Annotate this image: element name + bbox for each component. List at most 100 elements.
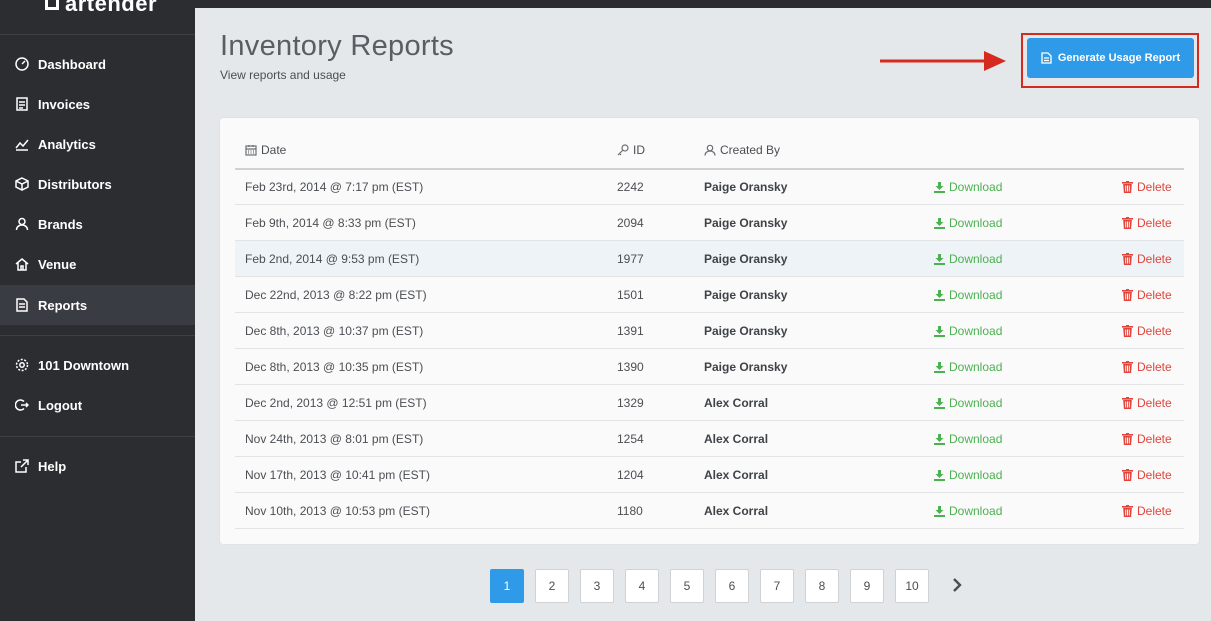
sidebar-item-label: Venue	[38, 256, 77, 272]
next-page-button[interactable]	[947, 574, 967, 596]
column-header-id[interactable]: ID	[617, 143, 645, 157]
external-link-icon	[15, 459, 29, 473]
trash-icon	[1122, 469, 1133, 481]
download-link[interactable]: Download	[934, 169, 1002, 205]
row-id: 2242	[617, 180, 644, 194]
download-link[interactable]: Download	[934, 205, 1002, 241]
table-row: Feb 9th, 2014 @ 8:33 pm (EST) 2094 Paige O…	[235, 205, 1184, 241]
table-row: Feb 2nd, 2014 @ 9:53 pm (EST) 1977 Paige O…	[235, 241, 1184, 277]
delete-label: Delete	[1137, 324, 1172, 338]
download-label: Download	[949, 180, 1003, 194]
download-link[interactable]: Download	[934, 313, 1002, 349]
download-link[interactable]: Download	[934, 493, 1002, 529]
page-button-3[interactable]: 3	[580, 569, 614, 603]
row-id: 1329	[617, 396, 644, 410]
download-link[interactable]: Download	[934, 421, 1002, 457]
logo-text: artender	[65, 0, 158, 16]
row-id: 1391	[617, 324, 644, 338]
page-button-5[interactable]: 5	[670, 569, 704, 603]
trash-icon	[1122, 217, 1133, 229]
download-icon	[934, 397, 945, 409]
page-button-7[interactable]: 7	[760, 569, 794, 603]
delete-link[interactable]: Delete	[1122, 169, 1172, 205]
calendar-icon	[245, 145, 257, 156]
download-link[interactable]: Download	[934, 241, 1002, 277]
page-button-10[interactable]: 10	[895, 569, 929, 603]
download-label: Download	[949, 360, 1003, 374]
delete-link[interactable]: Delete	[1122, 385, 1172, 421]
sidebar-item-help[interactable]: Help	[0, 446, 195, 486]
sidebar-item-dashboard[interactable]: Dashboard	[0, 44, 195, 84]
row-date: Dec 8th, 2013 @ 10:37 pm (EST)	[245, 324, 424, 338]
column-header-created-by[interactable]: Created By	[704, 143, 780, 157]
sidebar-item-venue[interactable]: Venue	[0, 244, 195, 284]
box-icon	[15, 177, 29, 191]
delete-label: Delete	[1137, 216, 1172, 230]
delete-link[interactable]: Delete	[1122, 421, 1172, 457]
sidebar-item-label: Invoices	[38, 96, 91, 112]
user-icon	[704, 144, 716, 156]
report-icon	[15, 298, 29, 312]
app-logo[interactable]: artender	[45, 0, 157, 17]
row-date: Feb 23rd, 2014 @ 7:17 pm (EST)	[245, 180, 424, 194]
table-row: Dec 8th, 2013 @ 10:35 pm (EST) 1390 Paige …	[235, 349, 1184, 385]
key-icon	[617, 144, 629, 156]
download-icon	[934, 181, 945, 193]
table-row: Nov 17th, 2013 @ 10:41 pm (EST) 1204 Alex …	[235, 457, 1184, 493]
table-row: Dec 2nd, 2013 @ 12:51 pm (EST) 1329 Alex C…	[235, 385, 1184, 421]
sidebar-item-101-downtown[interactable]: 101 Downtown	[0, 345, 195, 385]
generate-usage-report-button[interactable]: Generate Usage Report	[1027, 38, 1194, 78]
trash-icon	[1122, 253, 1133, 265]
delete-link[interactable]: Delete	[1122, 277, 1172, 313]
trash-icon	[1122, 325, 1133, 337]
sidebar-divider	[0, 335, 195, 336]
row-created-by: Alex Corral	[704, 432, 769, 446]
page-button-8[interactable]: 8	[805, 569, 839, 603]
analytics-icon	[15, 137, 29, 151]
delete-link[interactable]: Delete	[1122, 457, 1172, 493]
download-link[interactable]: Download	[934, 385, 1002, 421]
row-created-by: Alex Corral	[704, 504, 769, 518]
sidebar-item-reports[interactable]: Reports	[0, 285, 195, 325]
sidebar-item-invoices[interactable]: Invoices	[0, 84, 195, 124]
sidebar: artender Dashboard Invoices Analytics Di…	[0, 0, 195, 621]
delete-label: Delete	[1137, 504, 1172, 518]
row-date: Nov 17th, 2013 @ 10:41 pm (EST)	[245, 468, 430, 482]
download-label: Download	[949, 396, 1003, 410]
column-header-date[interactable]: Date	[245, 143, 286, 157]
delete-label: Delete	[1137, 360, 1172, 374]
top-bar	[195, 0, 1211, 8]
delete-link[interactable]: Delete	[1122, 313, 1172, 349]
row-id: 1254	[617, 432, 644, 446]
sidebar-item-brands[interactable]: Brands	[0, 204, 195, 244]
page-button-6[interactable]: 6	[715, 569, 749, 603]
download-icon	[934, 217, 945, 229]
delete-label: Delete	[1137, 396, 1172, 410]
download-label: Download	[949, 288, 1003, 302]
sidebar-item-analytics[interactable]: Analytics	[0, 124, 195, 164]
invoice-icon	[15, 97, 29, 111]
page-button-9[interactable]: 9	[850, 569, 884, 603]
page-title: Inventory Reports	[220, 30, 454, 62]
page-button-4[interactable]: 4	[625, 569, 659, 603]
delete-link[interactable]: Delete	[1122, 205, 1172, 241]
download-icon	[934, 469, 945, 481]
page-button-2[interactable]: 2	[535, 569, 569, 603]
delete-link[interactable]: Delete	[1122, 493, 1172, 529]
download-link[interactable]: Download	[934, 457, 1002, 493]
download-label: Download	[949, 324, 1003, 338]
delete-link[interactable]: Delete	[1122, 241, 1172, 277]
download-icon	[934, 289, 945, 301]
generate-button-label: Generate Usage Report	[1057, 52, 1181, 64]
sidebar-item-logout[interactable]: Logout	[0, 385, 195, 425]
delete-label: Delete	[1137, 468, 1172, 482]
column-header-label: Date	[261, 143, 287, 157]
sidebar-item-distributors[interactable]: Distributors	[0, 164, 195, 204]
sidebar-item-label: Logout	[38, 397, 83, 413]
chevron-right-icon	[953, 578, 962, 592]
row-date: Dec 22nd, 2013 @ 8:22 pm (EST)	[245, 288, 427, 302]
download-link[interactable]: Download	[934, 277, 1002, 313]
download-link[interactable]: Download	[934, 349, 1002, 385]
page-button-1[interactable]: 1	[490, 569, 524, 603]
delete-link[interactable]: Delete	[1122, 349, 1172, 385]
